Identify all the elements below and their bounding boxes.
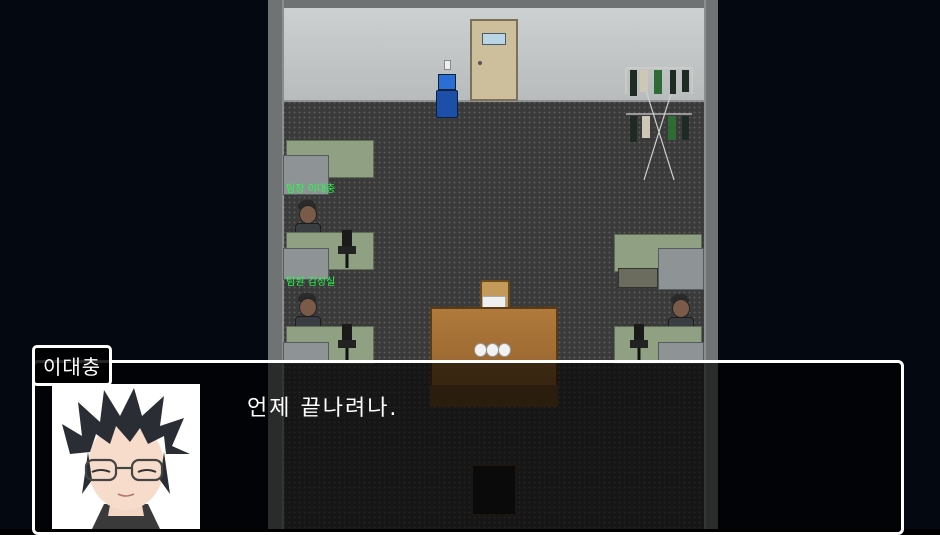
bookshelf — [618, 268, 658, 288]
water-cooler-base — [436, 90, 458, 118]
wall-trim — [282, 0, 704, 8]
head — [299, 205, 317, 224]
door-knob — [478, 61, 482, 65]
door-window — [482, 33, 506, 45]
office-chair-icon — [336, 228, 358, 270]
dialogue-text: 언제 끝나려나. — [247, 396, 399, 421]
water-cooler-icon[interactable] — [436, 74, 458, 118]
cup-icon — [498, 343, 511, 357]
filing-cabinet — [658, 248, 704, 290]
nameplate-1: 팀장 이대충 — [286, 184, 336, 195]
water-cooler-bottle — [438, 74, 456, 90]
head — [299, 298, 317, 317]
light-switch — [444, 60, 451, 70]
office-chair-icon — [628, 322, 650, 364]
head — [672, 299, 690, 318]
character-portrait-glasses-icon — [62, 388, 190, 529]
clothes-rack-icon — [624, 64, 694, 182]
speaker-portrait — [52, 384, 200, 529]
office-chair-icon — [336, 322, 358, 364]
nameplate-2: 팀원 김성실 — [286, 277, 336, 288]
speaker-name-tag: 이대충 — [32, 345, 113, 386]
office-door[interactable] — [470, 19, 518, 101]
